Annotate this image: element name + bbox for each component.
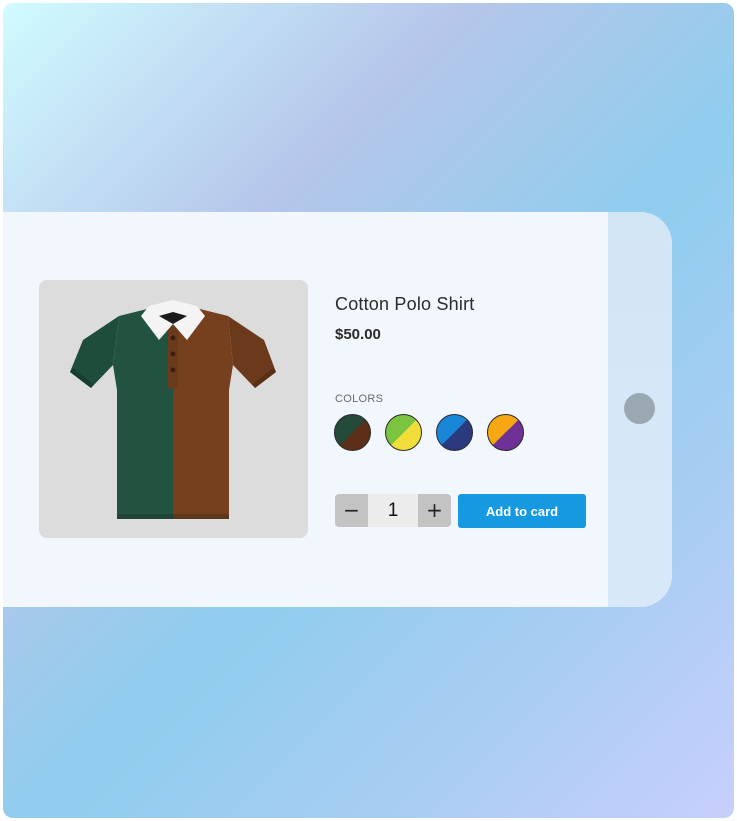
color-swatches: [334, 414, 524, 451]
background-frame: Cotton Polo Shirt $50.00 COLORS − + Add …: [3, 3, 734, 818]
color-swatch-orange-purple[interactable]: [487, 414, 524, 451]
quantity-stepper: − +: [335, 494, 451, 527]
product-title: Cotton Polo Shirt: [335, 294, 475, 314]
color-swatch-green-brown[interactable]: [334, 414, 371, 451]
decrement-button[interactable]: −: [335, 494, 368, 527]
polo-shirt-illustration: [70, 300, 276, 519]
increment-button[interactable]: +: [418, 494, 451, 527]
side-panel: [608, 212, 672, 607]
product-image: [39, 280, 308, 538]
product-price: $50.00: [335, 326, 381, 343]
add-to-card-button[interactable]: Add to card: [458, 494, 586, 528]
product-card: Cotton Polo Shirt $50.00 COLORS − + Add …: [3, 212, 672, 607]
color-swatch-blue-navy[interactable]: [436, 414, 473, 451]
quantity-input[interactable]: [368, 494, 418, 527]
colors-label: COLORS: [335, 393, 384, 405]
color-swatch-lime-yellow[interactable]: [385, 414, 422, 451]
drag-handle[interactable]: [624, 393, 655, 424]
